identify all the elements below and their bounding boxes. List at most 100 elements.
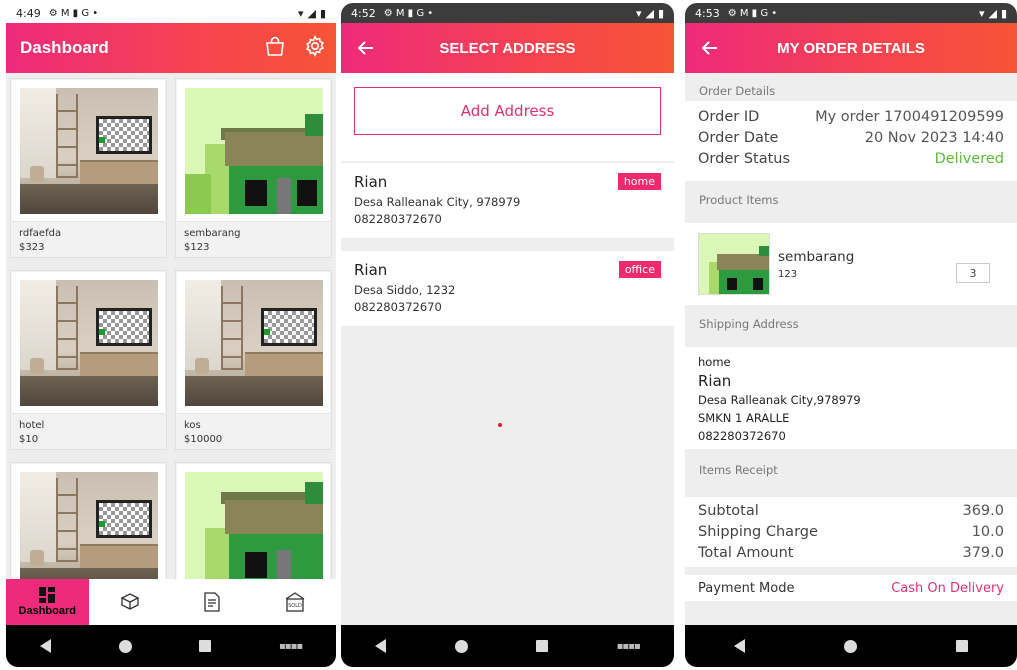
notification-icons: ⚙ M ▮ G •: [727, 7, 778, 19]
address-tag-badge: office: [618, 261, 661, 278]
product-name: sembarang: [184, 228, 241, 239]
status-bar: 4:53 ⚙ M ▮ G • ▾ ◢ ▮: [685, 3, 1017, 23]
nav-home-icon[interactable]: [118, 639, 132, 653]
signal-icon: ◢: [645, 6, 654, 20]
address-tag-badge: home: [617, 173, 661, 190]
product-item-row[interactable]: sembarang 123 3: [685, 223, 1017, 305]
tab-orders[interactable]: [171, 579, 254, 625]
keyboard-icon[interactable]: ▪▪▪▪: [279, 641, 303, 652]
nav-home-icon[interactable]: [843, 639, 857, 653]
quantity-box: 3: [956, 263, 990, 283]
system-icons: ▾ ◢ ▮: [979, 7, 1007, 20]
order-date-value: 20 Nov 2023 14:40: [864, 130, 1004, 146]
status-time: 4:52: [351, 6, 376, 20]
product-price: $123: [184, 242, 210, 253]
payment-mode-row: Payment Mode Cash On Delivery: [685, 575, 1017, 601]
tab-products[interactable]: [89, 579, 172, 625]
subtotal-value: 369.0: [962, 503, 1004, 519]
product-card[interactable]: kos $10000: [175, 270, 332, 450]
wifi-icon: ▾: [297, 6, 304, 20]
gear-icon[interactable]: [304, 35, 326, 61]
product-card[interactable]: rdfaefda $323: [10, 78, 167, 258]
product-thumbnail: [698, 233, 770, 295]
product-price: 123: [778, 268, 798, 280]
system-navigation-bar: [685, 625, 1017, 667]
product-price: $323: [19, 242, 45, 253]
order-info: Order ID My order 1700491209599 Order Dat…: [685, 101, 1017, 181]
tab-sold[interactable]: SOLD: [254, 579, 337, 625]
total-amount-value: 379.0: [962, 545, 1004, 561]
sold-shop-icon: SOLD: [285, 592, 305, 612]
nav-back-icon[interactable]: [375, 639, 387, 653]
status-time: 4:53: [695, 6, 720, 20]
address-list: Add Address Rian Desa Ralleanak City, 97…: [341, 73, 674, 625]
nav-back-icon[interactable]: [734, 639, 746, 653]
order-details-body: Order Details Order ID My order 170049120…: [685, 73, 1017, 625]
address-phone: 082280372670: [354, 212, 442, 226]
order-status-label: Order Status: [698, 151, 791, 167]
product-name: kos: [184, 420, 201, 431]
payment-mode-label: Payment Mode: [698, 581, 795, 596]
nav-recents-icon[interactable]: [955, 640, 968, 652]
status-bar: 4:52 ⚙ M ▮ G • ▾ ◢ ▮: [341, 3, 674, 23]
shipping-name: Rian: [698, 372, 732, 390]
status-time: 4:49: [16, 6, 41, 20]
order-document-icon: [204, 592, 220, 612]
system-icons: ▾ ◢ ▮: [636, 7, 664, 20]
nav-home-icon[interactable]: [454, 639, 468, 653]
app-bar: SELECT ADDRESS: [341, 23, 674, 73]
battery-icon: ▮: [319, 6, 326, 20]
nav-recents-icon[interactable]: [536, 640, 549, 652]
product-card[interactable]: [175, 462, 332, 579]
section-heading: Order Details: [699, 84, 776, 98]
product-image: [177, 80, 330, 222]
shipping-address: home Rian Desa Ralleanak City,978979 SMK…: [685, 347, 1017, 449]
bottom-navigation: Dashboard SOLD: [6, 579, 336, 625]
shopping-bag-icon[interactable]: [264, 35, 286, 61]
product-card[interactable]: [10, 462, 167, 579]
back-arrow-icon[interactable]: [695, 33, 725, 63]
back-arrow-icon[interactable]: [351, 33, 381, 63]
tab-dashboard[interactable]: Dashboard: [6, 579, 89, 625]
system-icons: ▾ ◢ ▮: [298, 7, 326, 20]
product-name: hotel: [19, 420, 45, 431]
total-amount-label: Total Amount: [698, 545, 794, 561]
wifi-icon: ▾: [978, 6, 985, 20]
page-title: SELECT ADDRESS: [439, 39, 576, 57]
product-image: [177, 272, 330, 414]
shipping-line2: SMKN 1 ARALLE: [698, 411, 790, 425]
shipping-charge-label: Shipping Charge: [698, 524, 818, 540]
product-card[interactable]: sembarang $123: [175, 78, 332, 258]
add-address-button[interactable]: Add Address: [354, 87, 661, 135]
shipping-line1: Desa Ralleanak City,978979: [698, 393, 861, 407]
order-id-value: My order 1700491209599: [815, 109, 1004, 125]
product-price: $10: [19, 434, 39, 445]
nav-recents-icon[interactable]: [199, 640, 212, 652]
battery-icon: ▮: [657, 6, 664, 20]
app-bar: Dashboard: [6, 23, 336, 73]
keyboard-icon[interactable]: ▪▪▪▪: [617, 641, 641, 652]
nav-back-icon[interactable]: [39, 639, 51, 653]
address-item[interactable]: Rian Desa Siddo, 1232 082280372670 offic…: [341, 251, 674, 326]
notification-icons: ⚙ M ▮ G •: [383, 7, 434, 19]
product-card[interactable]: hotel $10: [10, 270, 167, 450]
product-image: [12, 272, 165, 414]
section-heading: Items Receipt: [699, 463, 778, 477]
page-title: Dashboard: [20, 38, 109, 57]
system-navigation-bar: ▪▪▪▪: [6, 625, 336, 667]
wifi-icon: ▾: [635, 6, 642, 20]
order-details-screen: 4:53 ⚙ M ▮ G • ▾ ◢ ▮ MY ORDER DETAILS Orde…: [685, 3, 1017, 667]
system-navigation-bar: ▪▪▪▪: [341, 625, 674, 667]
address-name: Rian: [354, 261, 388, 279]
notification-icons: ⚙ M ▮ G •: [48, 7, 99, 19]
status-bar: 4:49 ⚙ M ▮ G • ▾ ◢ ▮: [6, 3, 336, 23]
box-icon: [120, 593, 140, 610]
page-title: MY ORDER DETAILS: [777, 39, 925, 57]
shipping-charge-value: 10.0: [971, 524, 1004, 540]
signal-icon: ◢: [988, 6, 997, 20]
address-item[interactable]: Rian Desa Ralleanak City, 978979 0822803…: [341, 163, 674, 238]
items-receipt: Subtotal 369.0 Shipping Charge 10.0 Total …: [685, 497, 1017, 567]
status-badge: Delivered: [934, 151, 1004, 167]
address-phone: 082280372670: [354, 300, 442, 314]
product-name: rdfaefda: [19, 228, 62, 239]
